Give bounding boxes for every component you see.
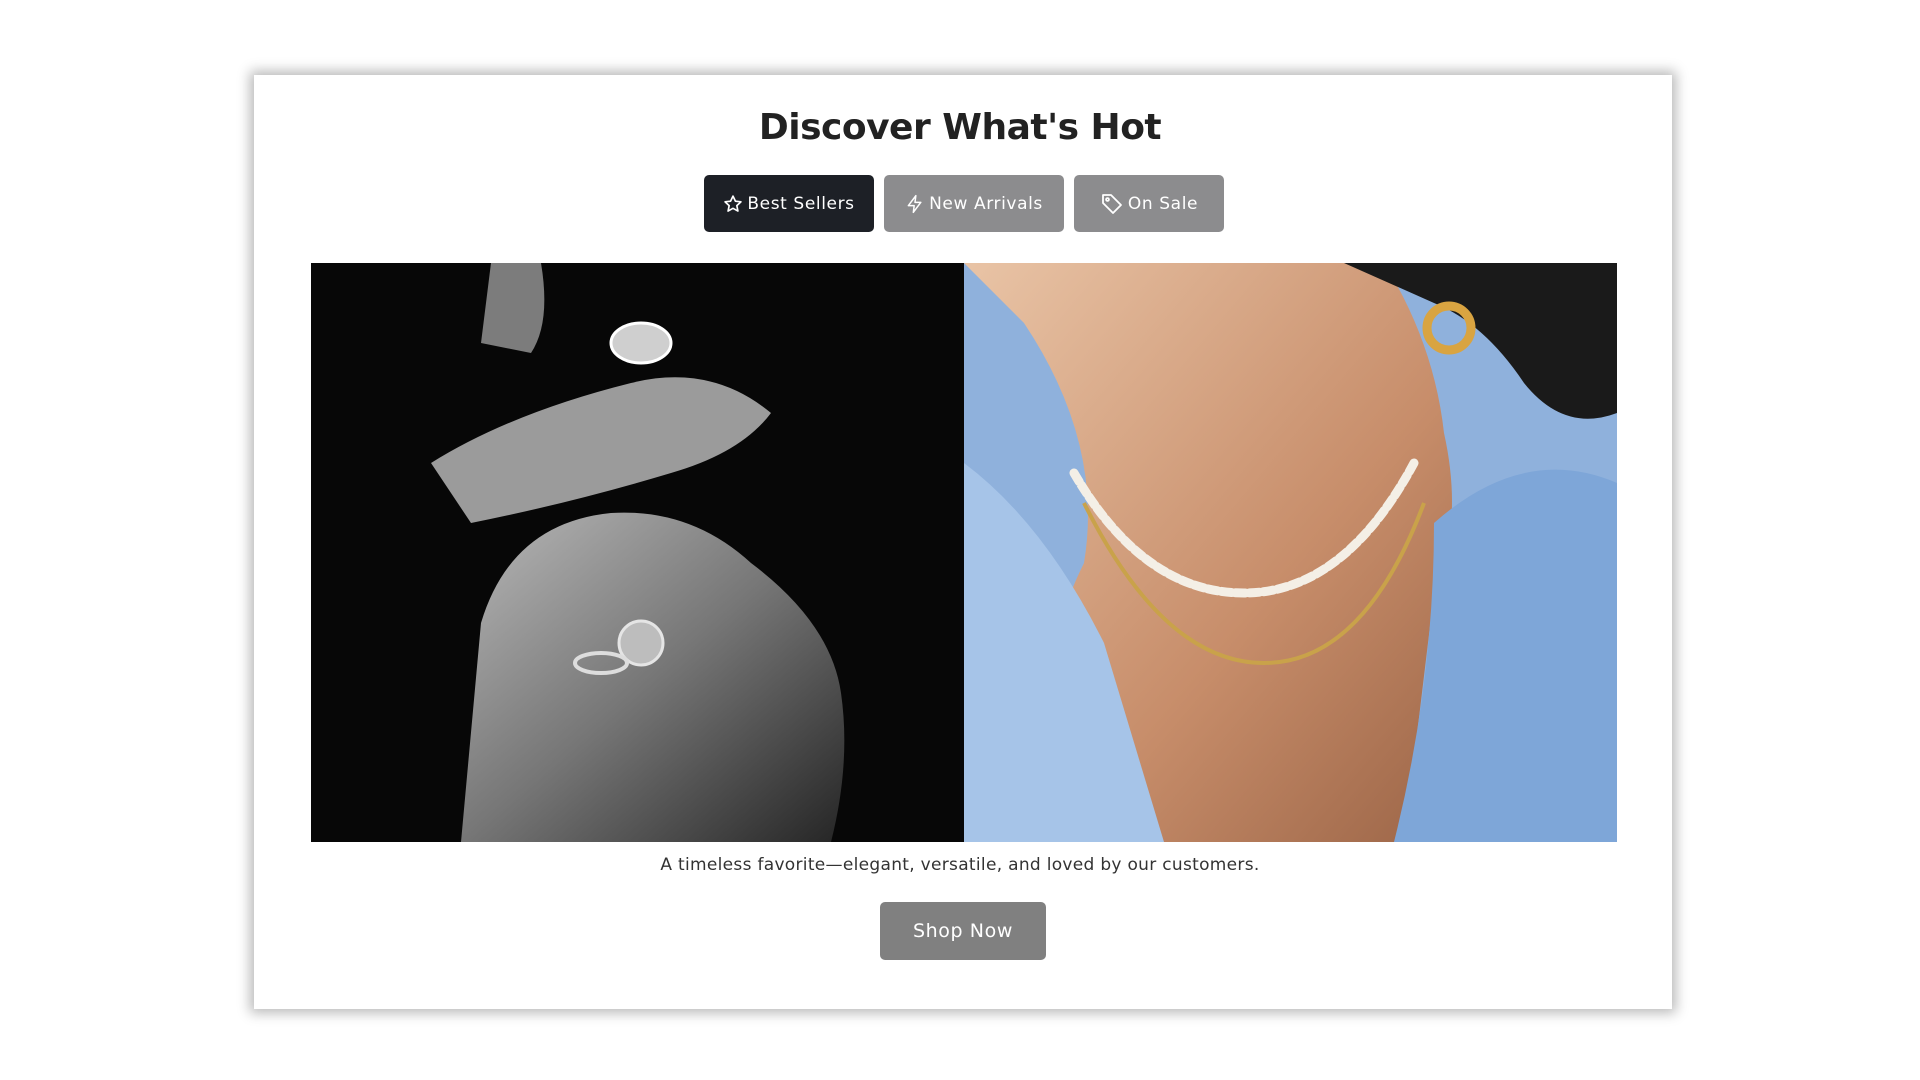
product-caption: A timeless favorite—elegant, versatile, …	[660, 855, 1260, 875]
product-gallery	[311, 263, 1617, 842]
tag-icon	[1100, 192, 1124, 216]
woman-wearing-necklaces-illustration	[964, 263, 1617, 842]
page-title: Discover What's Hot	[758, 107, 1162, 148]
tab-label: Best Sellers	[747, 193, 855, 214]
lightning-icon	[905, 192, 925, 216]
tab-bar: Best Sellers New Arrivals On Sale	[704, 175, 1224, 232]
tab-label: New Arrivals	[929, 193, 1043, 214]
necklace-product-image[interactable]	[964, 263, 1617, 842]
hands-with-rings-illustration	[311, 263, 964, 842]
rings-product-image[interactable]	[311, 263, 964, 842]
star-icon	[723, 194, 743, 214]
tab-best-sellers[interactable]: Best Sellers	[704, 175, 874, 232]
tab-new-arrivals[interactable]: New Arrivals	[884, 175, 1064, 232]
tab-label: On Sale	[1127, 193, 1199, 214]
tab-on-sale[interactable]: On Sale	[1074, 175, 1224, 232]
shop-now-button[interactable]: Shop Now	[880, 902, 1046, 960]
